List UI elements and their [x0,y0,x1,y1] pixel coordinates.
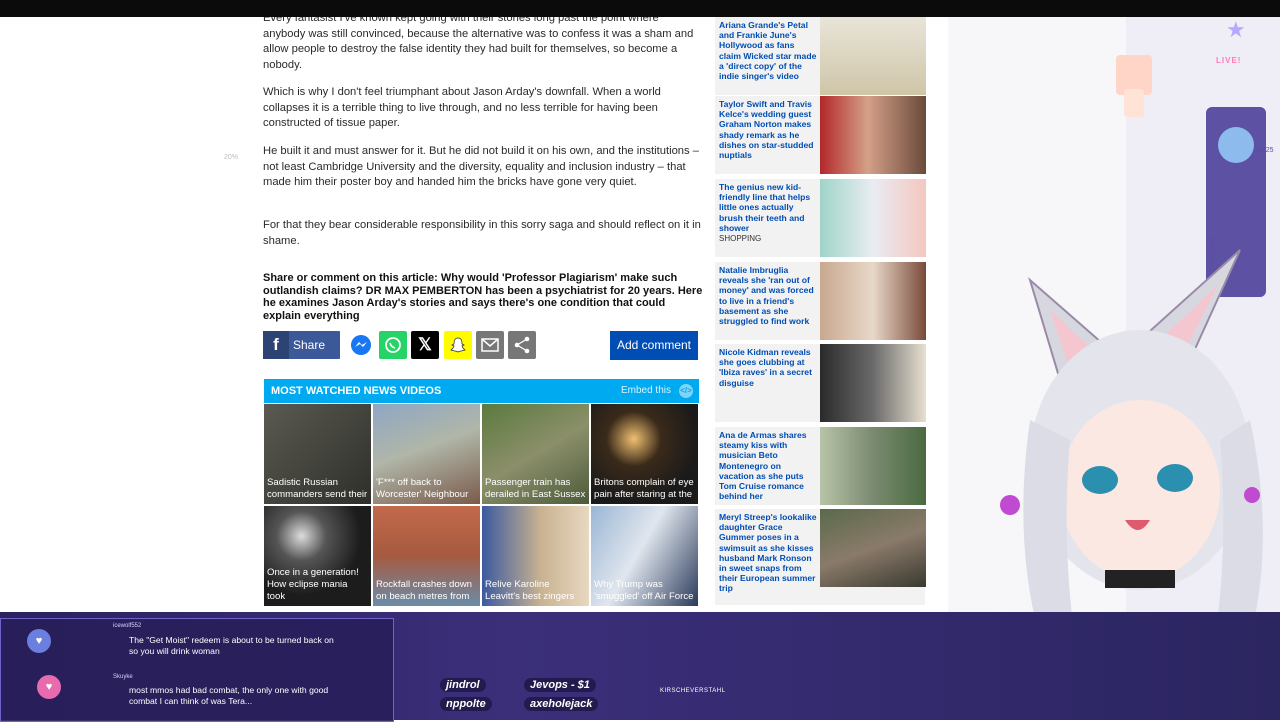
article-paragraph: Which is why I don't feel triumphant abo… [263,86,661,130]
add-comment-button[interactable]: Add comment [610,331,698,360]
video-thumbnail[interactable]: 'F*** off back to Worcester' Neighbour [373,404,480,504]
sidebar-story-image [820,17,926,95]
messenger-icon[interactable] [347,331,375,359]
video-caption: Once in a generation! How eclipse mania … [267,567,359,602]
sidebar-story[interactable]: Ariana Grande's Petal and Frankie June's… [715,17,926,95]
sidebar-story-image [820,179,926,257]
right-sidebar: Ariana Grande's Petal and Frankie June's… [713,17,948,617]
most-watched-header: MOST WATCHED NEWS VIDEOS Embed this </> [264,379,699,403]
browser-top-bar [0,0,1280,17]
video-thumbnail[interactable]: Passenger train has derailed in East Sus… [482,404,589,504]
video-caption: Britons complain of eye pain after stari… [594,477,694,500]
sidebar-story-headline: Meryl Streep's lookalike daughter Grace … [719,512,817,594]
sidebar-story[interactable]: Meryl Streep's lookalike daughter Grace … [715,509,926,605]
supporter-name: Jevops - $1 [524,678,596,692]
sidebar-story-image [820,262,926,340]
supporter-name: nppolte [440,697,492,711]
stream-chat-box: ♥ icewolf552 The "Get Moist" redeem is a… [0,618,394,722]
chat-username: Skuyke [113,674,133,680]
cat-avatar-icon: ♥ [27,629,51,653]
video-thumbnail[interactable]: Why Trump was 'smuggled' off Air Force [591,506,698,606]
video-thumbnail[interactable]: Relive Karoline Leavitt's best zingers [482,506,589,606]
embed-icon[interactable]: </> [679,384,693,398]
recent-supporters: jindrol Jevops - $1 nppolte axeholejack [440,678,630,714]
video-thumbnail[interactable]: Rockfall crashes down on beach metres fr… [373,506,480,606]
share-toolbar: f Share 𝕏 Add comment [263,331,703,360]
share-label: Share [293,338,326,352]
stream-ticker: KIRSCHEVERSTAHL [660,688,726,694]
sidebar-story[interactable]: Nicole Kidman reveals she goes clubbing … [715,344,926,422]
x-twitter-icon[interactable]: 𝕏 [411,331,439,359]
video-caption: 'F*** off back to Worcester' Neighbour [376,477,469,500]
video-thumbnail[interactable]: Britons complain of eye pain after stari… [591,404,698,504]
sidebar-story-image [820,344,926,422]
embed-link[interactable]: Embed this [621,385,671,396]
sidebar-story-headline: Natalie Imbruglia reveals she 'ran out o… [719,265,814,327]
article-paragraph: He built it and must answer for it. But … [263,145,699,189]
facebook-icon: f [263,331,289,359]
live-badge: LIVE! [1216,56,1242,65]
svg-text:★: ★ [1226,18,1246,43]
most-watched-title: MOST WATCHED NEWS VIDEOS [271,385,442,397]
video-caption: Rockfall crashes down on beach metres fr… [376,579,472,602]
sub-goal-count: 28/25 [1256,147,1274,154]
sidebar-story[interactable]: Taylor Swift and Travis Kelce's wedding … [715,96,926,174]
sidebar-story-tag: SHOPPING [719,234,762,244]
video-caption: Sadistic Russian commanders send their [267,477,368,500]
whatsapp-icon[interactable] [379,331,407,359]
email-icon[interactable] [476,331,504,359]
left-margin: 20% [0,17,243,617]
share-more-icon[interactable] [508,331,536,359]
sidebar-story[interactable]: Ana de Armas shares steamy kiss with mus… [715,427,926,505]
sidebar-story-headline: The genius new kid-friendly line that he… [719,182,817,244]
sidebar-story-image [820,427,926,505]
sidebar-story-headline: Ariana Grande's Petal and Frankie June's… [719,20,817,82]
sidebar-story[interactable]: Natalie Imbruglia reveals she 'ran out o… [715,262,926,340]
article-paragraph: For that they bear considerable responsi… [263,219,701,247]
heart-avatar-icon: ♥ [37,675,61,699]
sidebar-story-headline: Ana de Armas shares steamy kiss with mus… [719,430,807,502]
chat-message: most mmos had bad combat, the only one w… [129,685,329,706]
share-article-headline[interactable]: Share or comment on this article: Why wo… [263,272,703,322]
chat-message: The "Get Moist" redeem is about to be tu… [129,635,334,656]
video-thumbnail[interactable]: Once in a generation! How eclipse mania … [264,506,371,606]
sidebar-story[interactable]: The genius new kid-friendly line that he… [715,179,926,257]
sidebar-story-image [820,509,926,587]
video-caption: Relive Karoline Leavitt's best zingers [485,579,575,602]
video-caption: Why Trump was 'smuggled' off Air Force [594,579,694,602]
article-body: Every fantasist I've known kept going wi… [243,17,713,617]
supporter-name: axeholejack [524,697,599,711]
sidebar-story-headline: Nicole Kidman reveals she goes clubbing … [719,347,812,388]
article-paragraph: Every fantasist I've known kept going wi… [263,17,694,71]
sidebar-story-image [820,96,926,174]
chat-username: icewolf552 [113,623,142,629]
facebook-share-button[interactable]: f Share [263,331,340,359]
supporter-name: jindrol [440,678,486,692]
sidebar-story-headline: Taylor Swift and Travis Kelce's wedding … [719,99,814,161]
zoom-indicator: 20% [224,154,239,161]
snapchat-icon[interactable] [444,331,472,359]
video-caption: Passenger train has derailed in East Sus… [485,477,586,500]
video-thumbnail[interactable]: Sadistic Russian commanders send their [264,404,371,504]
